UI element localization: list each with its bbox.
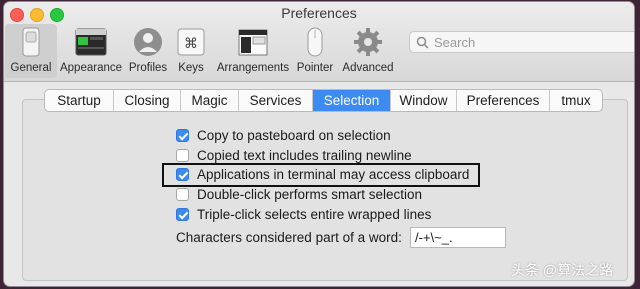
tab-startup[interactable]: Startup xyxy=(45,90,114,111)
toolbar-label: Advanced xyxy=(342,62,394,74)
window-title: Preferences xyxy=(281,5,357,21)
option-label: Copied text includes trailing newline xyxy=(197,147,412,163)
option-label: Copy to pasteboard on selection xyxy=(197,127,391,143)
copy-on-selection-checkbox[interactable] xyxy=(176,128,189,142)
svg-text:⌘: ⌘ xyxy=(184,36,198,52)
tab-magic[interactable]: Magic xyxy=(181,90,239,111)
title-bar: Preferences General Appearance Profiles … xyxy=(4,2,634,82)
toolbar-arrangements[interactable]: Arrangements xyxy=(211,24,295,78)
watermark: 头条 @算法之路 xyxy=(511,262,614,278)
toolbar-keys[interactable]: ⌘ Keys xyxy=(174,24,208,78)
terminal-window-icon xyxy=(75,28,107,56)
search-icon xyxy=(416,36,429,49)
tab-preferences[interactable]: Preferences xyxy=(457,90,550,111)
search-field[interactable]: Search xyxy=(409,31,634,53)
toolbar-advanced[interactable]: Advanced xyxy=(339,24,397,78)
trailing-newline-checkbox[interactable] xyxy=(176,148,189,162)
window-arrangement-icon xyxy=(238,29,268,56)
tab-tmux[interactable]: tmux xyxy=(550,90,602,111)
command-key-icon: ⌘ xyxy=(177,28,205,56)
option-smart-selection[interactable]: Double-click performs smart selection xyxy=(176,185,422,203)
tab-closing[interactable]: Closing xyxy=(114,90,181,111)
user-silhouette-icon xyxy=(134,28,162,56)
word-chars-input[interactable]: /-+\~_. xyxy=(410,227,506,248)
tab-services[interactable]: Services xyxy=(239,90,313,111)
gear-icon xyxy=(354,28,382,56)
toolbar-label: General xyxy=(10,62,52,74)
option-trailing-newline[interactable]: Copied text includes trailing newline xyxy=(176,146,412,164)
toolbar-label: Profiles xyxy=(128,62,168,74)
toolbar-label: Arrangements xyxy=(216,62,290,74)
word-chars-label: Characters considered part of a word: xyxy=(176,230,402,245)
option-label: Double-click performs smart selection xyxy=(197,186,423,202)
option-label: Triple-click selects entire wrapped line… xyxy=(197,206,432,222)
mouse-icon xyxy=(307,27,323,57)
toolbar-profiles[interactable]: Profiles xyxy=(126,24,170,78)
preferences-window: Preferences General Appearance Profiles … xyxy=(4,2,634,286)
toolbar-general[interactable]: General xyxy=(5,24,57,78)
toolbar-label: Pointer xyxy=(296,62,334,74)
tab-window[interactable]: Window xyxy=(391,90,457,111)
search-placeholder: Search xyxy=(434,35,476,50)
smart-selection-checkbox[interactable] xyxy=(176,187,189,201)
switch-icon xyxy=(22,27,40,57)
preferences-tab-bar: Startup Closing Magic Services Selection… xyxy=(44,89,603,112)
toolbar-pointer[interactable]: Pointer xyxy=(294,24,336,78)
triple-click-checkbox[interactable] xyxy=(176,207,189,221)
option-copy-on-selection[interactable]: Copy to pasteboard on selection xyxy=(176,126,391,144)
tab-selection[interactable]: Selection xyxy=(313,90,391,111)
option-triple-click[interactable]: Triple-click selects entire wrapped line… xyxy=(176,205,431,223)
highlight-annotation-box xyxy=(162,163,480,187)
toolbar-label: Keys xyxy=(178,62,204,74)
toolbar-appearance[interactable]: Appearance xyxy=(58,24,124,78)
toolbar-label: Appearance xyxy=(59,62,123,74)
